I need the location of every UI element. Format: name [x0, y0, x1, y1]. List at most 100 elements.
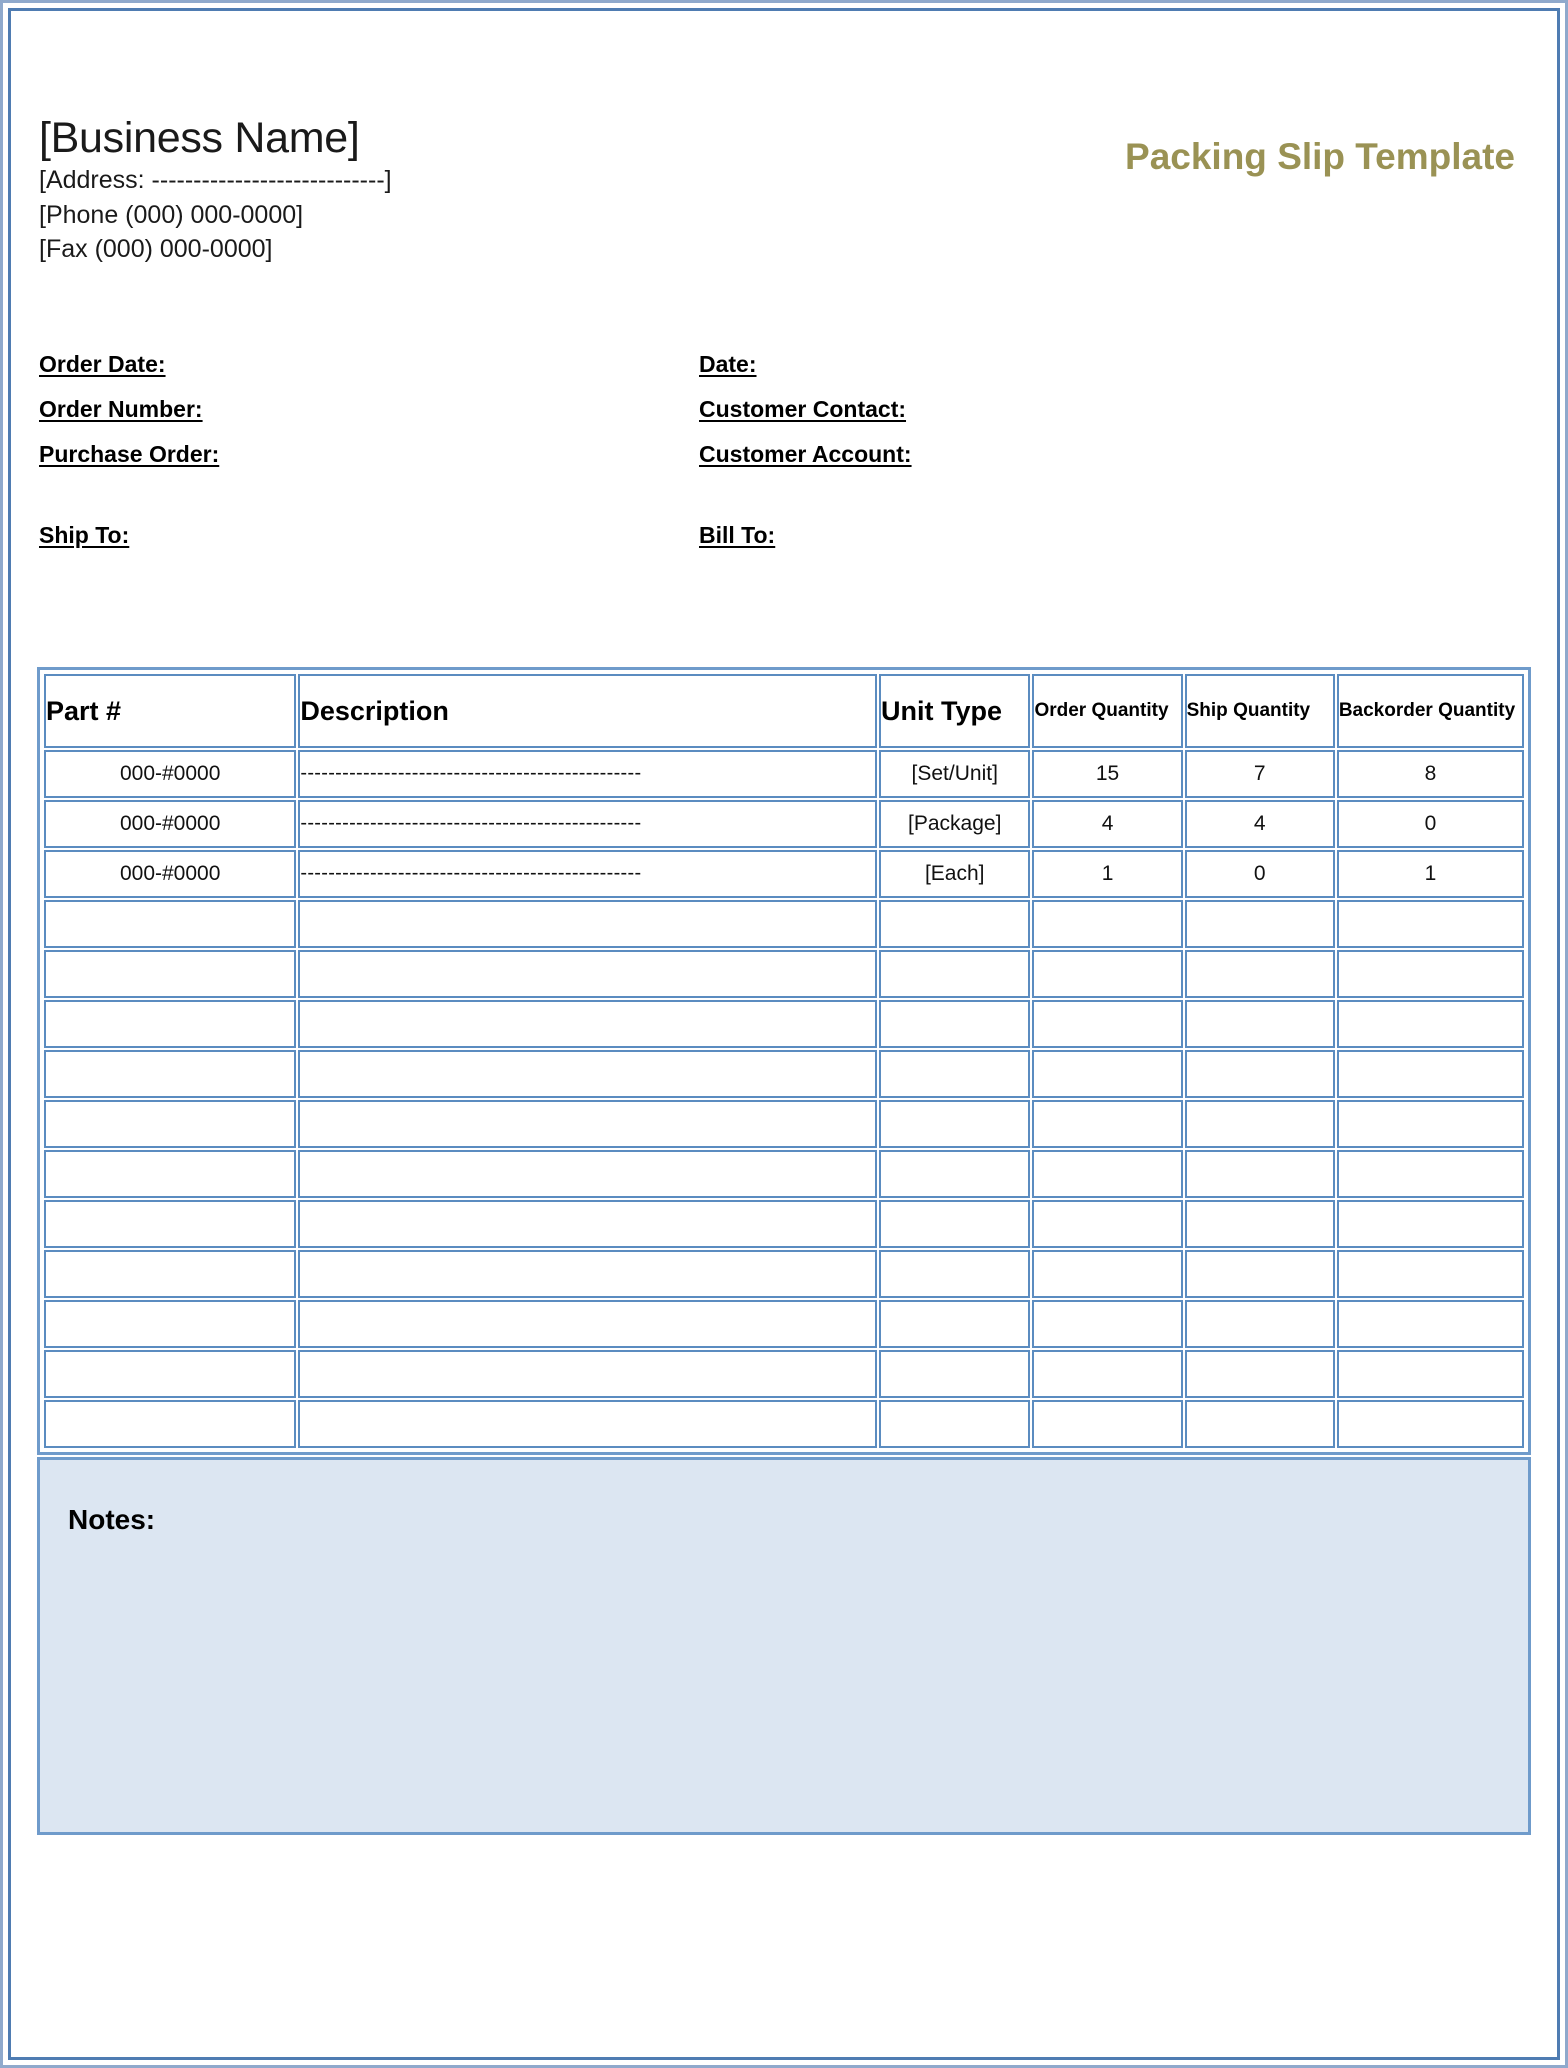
cell-backorder-quantity[interactable]	[1336, 1299, 1524, 1348]
cell-unit-type[interactable]	[879, 899, 1031, 948]
cell-order-quantity[interactable]	[1032, 1399, 1183, 1448]
cell-description[interactable]	[298, 1399, 878, 1448]
field-date[interactable]: Date:	[699, 352, 912, 376]
cell-backorder-quantity[interactable]: 8	[1336, 749, 1524, 798]
cell-backorder-quantity[interactable]	[1336, 999, 1524, 1048]
table-row[interactable]	[44, 1399, 1524, 1448]
cell-ship-quantity[interactable]	[1184, 1049, 1335, 1098]
cell-unit-type[interactable]	[879, 999, 1031, 1048]
cell-part-number[interactable]	[44, 999, 297, 1048]
table-row[interactable]	[44, 1349, 1524, 1398]
table-row[interactable]	[44, 1099, 1524, 1148]
cell-ship-quantity[interactable]	[1184, 1149, 1335, 1198]
table-row[interactable]	[44, 999, 1524, 1048]
cell-part-number[interactable]	[44, 1249, 297, 1298]
cell-backorder-quantity[interactable]: 1	[1336, 849, 1524, 898]
cell-unit-type[interactable]	[879, 949, 1031, 998]
cell-backorder-quantity[interactable]	[1336, 949, 1524, 998]
cell-description[interactable]	[298, 1099, 878, 1148]
cell-order-quantity[interactable]	[1032, 1099, 1183, 1148]
cell-ship-quantity[interactable]: 4	[1184, 799, 1335, 848]
cell-order-quantity[interactable]	[1032, 1249, 1183, 1298]
cell-unit-type[interactable]: [Each]	[879, 849, 1031, 898]
cell-part-number[interactable]	[44, 899, 297, 948]
cell-part-number[interactable]	[44, 1099, 297, 1148]
cell-description[interactable]	[298, 1149, 878, 1198]
cell-part-number[interactable]	[44, 1299, 297, 1348]
cell-unit-type[interactable]	[879, 1299, 1031, 1348]
field-order-date[interactable]: Order Date:	[39, 352, 699, 376]
cell-order-quantity[interactable]	[1032, 1049, 1183, 1098]
cell-order-quantity[interactable]	[1032, 999, 1183, 1048]
cell-part-number[interactable]	[44, 1149, 297, 1198]
table-row[interactable]	[44, 1149, 1524, 1198]
cell-order-quantity[interactable]	[1032, 949, 1183, 998]
table-row[interactable]	[44, 1049, 1524, 1098]
cell-description[interactable]	[298, 1049, 878, 1098]
table-row[interactable]: 000-#0000 -------------------------------…	[44, 849, 1524, 898]
cell-order-quantity[interactable]	[1032, 1199, 1183, 1248]
cell-ship-quantity[interactable]	[1184, 1349, 1335, 1398]
table-row[interactable]	[44, 949, 1524, 998]
cell-backorder-quantity[interactable]	[1336, 1249, 1524, 1298]
cell-unit-type[interactable]	[879, 1399, 1031, 1448]
cell-order-quantity[interactable]: 15	[1032, 749, 1183, 798]
cell-unit-type[interactable]	[879, 1149, 1031, 1198]
cell-description[interactable]	[298, 1249, 878, 1298]
cell-order-quantity[interactable]: 1	[1032, 849, 1183, 898]
cell-backorder-quantity[interactable]	[1336, 1149, 1524, 1198]
cell-description[interactable]: ----------------------------------------…	[298, 849, 878, 898]
cell-unit-type[interactable]	[879, 1349, 1031, 1398]
cell-order-quantity[interactable]	[1032, 1299, 1183, 1348]
cell-description[interactable]: ----------------------------------------…	[298, 799, 878, 848]
table-row[interactable]	[44, 899, 1524, 948]
cell-order-quantity[interactable]: 4	[1032, 799, 1183, 848]
cell-part-number[interactable]: 000-#0000	[44, 849, 297, 898]
cell-unit-type[interactable]	[879, 1199, 1031, 1248]
table-row[interactable]: 000-#0000 -------------------------------…	[44, 799, 1524, 848]
cell-description[interactable]	[298, 1199, 878, 1248]
table-row[interactable]	[44, 1199, 1524, 1248]
cell-ship-quantity[interactable]	[1184, 1099, 1335, 1148]
notes-section[interactable]: Notes:	[37, 1456, 1531, 1835]
cell-ship-quantity[interactable]	[1184, 1249, 1335, 1298]
cell-backorder-quantity[interactable]	[1336, 1399, 1524, 1448]
cell-backorder-quantity[interactable]	[1336, 1099, 1524, 1148]
cell-part-number[interactable]	[44, 949, 297, 998]
field-bill-to[interactable]: Bill To:	[699, 523, 1359, 547]
cell-backorder-quantity[interactable]	[1336, 1049, 1524, 1098]
cell-part-number[interactable]: 000-#0000	[44, 749, 297, 798]
cell-ship-quantity[interactable]	[1184, 999, 1335, 1048]
cell-ship-quantity[interactable]	[1184, 1199, 1335, 1248]
cell-description[interactable]	[298, 949, 878, 998]
cell-part-number[interactable]	[44, 1049, 297, 1098]
cell-description[interactable]	[298, 1349, 878, 1398]
cell-description[interactable]	[298, 899, 878, 948]
cell-backorder-quantity[interactable]	[1336, 1199, 1524, 1248]
cell-unit-type[interactable]: [Set/Unit]	[879, 749, 1031, 798]
field-purchase-order[interactable]: Purchase Order:	[39, 442, 699, 466]
cell-ship-quantity[interactable]: 0	[1184, 849, 1335, 898]
cell-unit-type[interactable]: [Package]	[879, 799, 1031, 848]
cell-ship-quantity[interactable]	[1184, 899, 1335, 948]
field-order-number[interactable]: Order Number:	[39, 397, 699, 421]
cell-backorder-quantity[interactable]: 0	[1336, 799, 1524, 848]
cell-part-number[interactable]	[44, 1399, 297, 1448]
cell-description[interactable]	[298, 1299, 878, 1348]
cell-ship-quantity[interactable]: 7	[1184, 749, 1335, 798]
field-customer-contact[interactable]: Customer Contact:	[699, 397, 912, 421]
table-row[interactable]	[44, 1299, 1524, 1348]
cell-description[interactable]	[298, 999, 878, 1048]
cell-part-number[interactable]	[44, 1349, 297, 1398]
field-ship-to[interactable]: Ship To:	[39, 523, 699, 547]
cell-ship-quantity[interactable]	[1184, 1399, 1335, 1448]
cell-order-quantity[interactable]	[1032, 1149, 1183, 1198]
cell-unit-type[interactable]	[879, 1049, 1031, 1098]
table-row[interactable]	[44, 1249, 1524, 1298]
field-customer-account[interactable]: Customer Account:	[699, 442, 912, 466]
cell-part-number[interactable]: 000-#0000	[44, 799, 297, 848]
cell-backorder-quantity[interactable]	[1336, 1349, 1524, 1398]
cell-ship-quantity[interactable]	[1184, 949, 1335, 998]
cell-order-quantity[interactable]	[1032, 899, 1183, 948]
cell-ship-quantity[interactable]	[1184, 1299, 1335, 1348]
